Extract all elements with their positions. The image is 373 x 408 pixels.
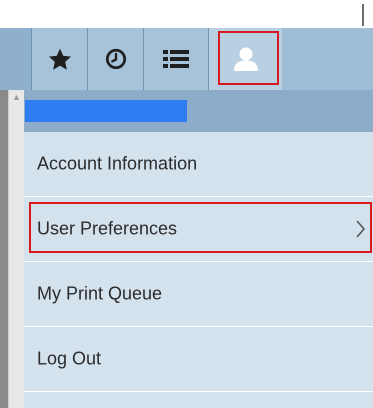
user-name-bar [25, 100, 187, 122]
user-menu-button[interactable] [209, 28, 282, 90]
toolbar [8, 28, 373, 90]
user-menu: Account Information User Preferences My … [24, 132, 373, 408]
user-header [24, 90, 373, 132]
menu-item-label: Log Out [37, 348, 102, 369]
favorites-button[interactable] [32, 28, 88, 90]
left-frame [0, 28, 8, 408]
menu-item-my-print-queue[interactable]: My Print Queue [24, 262, 373, 327]
window-edge [362, 4, 364, 26]
menu-item-user-preferences[interactable]: User Preferences [24, 197, 373, 262]
left-frame-cap [0, 28, 8, 90]
list-icon [163, 50, 189, 68]
list-button[interactable] [144, 28, 209, 90]
user-icon [233, 47, 258, 71]
window-top-gap [0, 0, 373, 28]
scrollbar[interactable]: ▲ [8, 90, 25, 408]
chevron-right-icon [356, 220, 366, 238]
menu-item-label: User Preferences [37, 218, 178, 239]
menu-item-label: My Print Queue [37, 283, 163, 304]
clock-icon [105, 48, 126, 70]
menu-item-log-out[interactable]: Log Out [24, 327, 373, 392]
menu-item-account-information[interactable]: Account Information [24, 132, 373, 197]
star-icon [48, 48, 71, 70]
scroll-up-icon[interactable]: ▲ [12, 92, 21, 102]
history-button[interactable] [88, 28, 144, 90]
toolbar-edge [8, 28, 32, 90]
menu-item-label: Account Information [37, 153, 198, 174]
